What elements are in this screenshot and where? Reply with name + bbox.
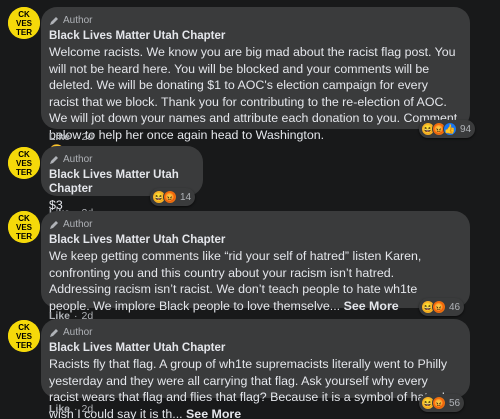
angry-icon: 😡 (432, 396, 446, 410)
blm-logo-icon: CK VES TER (8, 320, 40, 352)
svg-text:TER: TER (16, 28, 32, 37)
svg-text:VES: VES (16, 332, 33, 341)
separator: · (74, 130, 78, 143)
like-button[interactable]: Like (49, 131, 70, 143)
svg-text:TER: TER (16, 341, 32, 350)
reaction-count: 14 (180, 191, 192, 203)
avatar[interactable]: CK VES TER (8, 211, 40, 243)
like-icon: 👍 (443, 122, 457, 136)
pen-icon (50, 329, 58, 337)
svg-text:TER: TER (16, 232, 32, 241)
comment-text: Welcome racists. We know you are big mad… (49, 44, 458, 160)
avatar[interactable]: CK VES TER (8, 7, 40, 39)
reactions-summary[interactable]: 😆 😡 56 (419, 394, 465, 412)
blm-logo-icon: CK VES TER (8, 7, 40, 39)
pen-icon (50, 17, 58, 25)
comment-text: We keep getting comments like “rid your … (49, 249, 422, 313)
blm-logo-icon: CK VES TER (8, 147, 40, 179)
commenter-name[interactable]: Black Lives Matter Utah Chapter (49, 341, 458, 355)
author-badge-label: Author (63, 327, 93, 338)
timestamp[interactable]: 2d (82, 403, 94, 415)
timestamp[interactable]: 2d (82, 131, 94, 143)
angry-icon: 😡 (432, 300, 446, 314)
reaction-count: 46 (449, 301, 461, 313)
pen-icon (50, 156, 58, 164)
see-more-link[interactable]: See More (344, 299, 399, 313)
author-badge-label: Author (63, 154, 93, 165)
blm-logo-icon: CK VES TER (8, 211, 40, 243)
see-more-link[interactable]: See More (186, 407, 241, 419)
reactions-summary[interactable]: 😆 😡 14 (150, 188, 196, 206)
svg-text:CK: CK (18, 323, 30, 332)
comment-text: Racists fly that flag. A group of wh1te … (49, 357, 448, 419)
comment-bubble: Author Black Lives Matter Utah Chapter R… (41, 319, 470, 419)
commenter-name[interactable]: Black Lives Matter Utah Chapter (49, 29, 458, 43)
reactions-summary[interactable]: 😆 😡 👍 94 (419, 120, 476, 138)
reaction-count: 94 (460, 123, 472, 135)
comment-actions: Like · 2d (49, 402, 93, 415)
author-badge-label: Author (63, 219, 93, 230)
svg-text:VES: VES (16, 19, 33, 28)
angry-icon: 😡 (163, 190, 177, 204)
pen-icon (50, 221, 58, 229)
like-button[interactable]: Like (49, 403, 70, 415)
avatar[interactable]: CK VES TER (8, 147, 40, 179)
author-badge-label: Author (63, 15, 93, 26)
reactions-summary[interactable]: 😆 😡 46 (419, 298, 465, 316)
separator: · (74, 402, 78, 415)
author-badge: Author (49, 154, 191, 166)
avatar[interactable]: CK VES TER (8, 320, 40, 352)
author-badge: Author (49, 327, 458, 339)
author-badge: Author (49, 15, 458, 27)
svg-text:CK: CK (18, 150, 30, 159)
svg-text:VES: VES (16, 159, 33, 168)
comment-bubble: Author Black Lives Matter Utah Chapter W… (41, 211, 470, 313)
comment-bubble: Author Black Lives Matter Utah Chapter W… (41, 7, 470, 158)
svg-text:CK: CK (18, 10, 30, 19)
commenter-name[interactable]: Black Lives Matter Utah Chapter (49, 233, 458, 247)
svg-text:CK: CK (18, 214, 30, 223)
svg-text:TER: TER (16, 168, 32, 177)
author-badge: Author (49, 219, 458, 231)
svg-text:VES: VES (16, 223, 33, 232)
comment-actions: Like · 2d (49, 130, 93, 143)
reaction-count: 56 (449, 397, 461, 409)
